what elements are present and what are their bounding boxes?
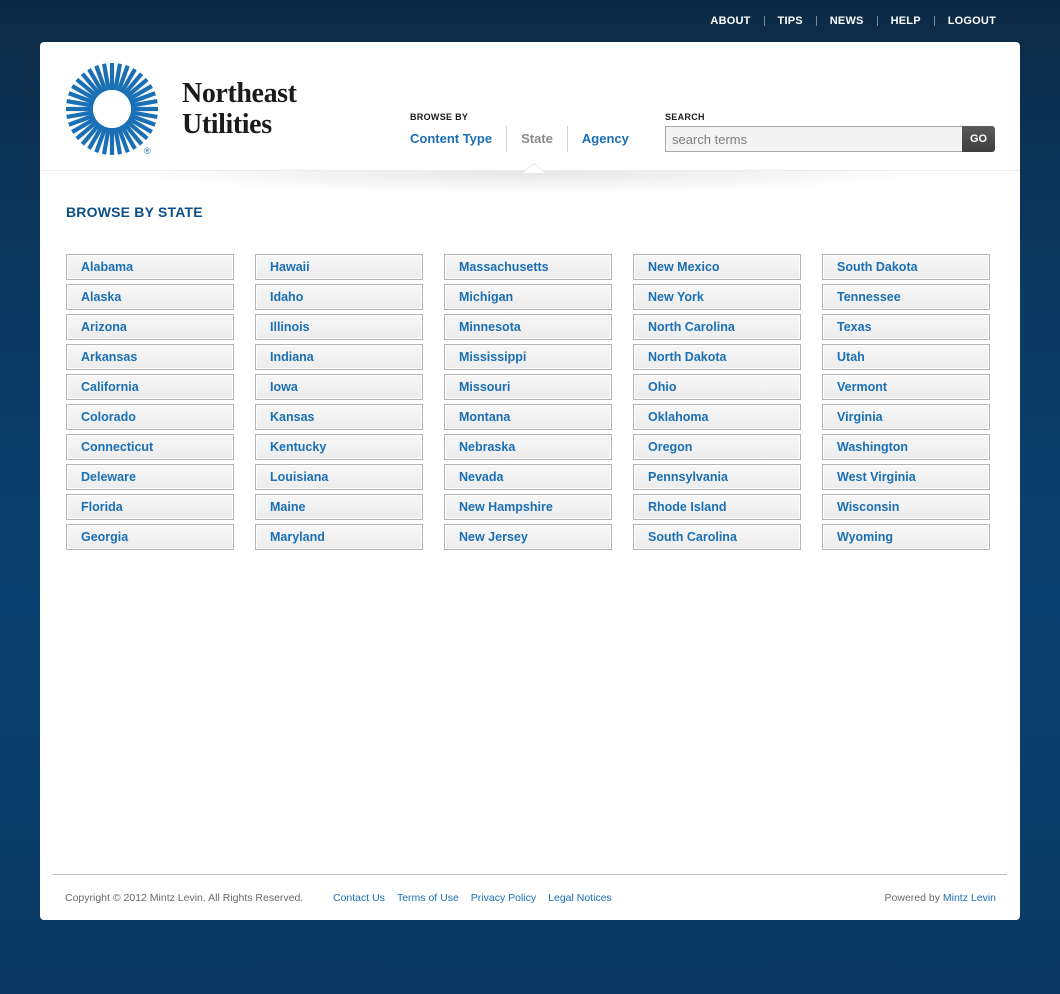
state-button-new-mexico[interactable]: New Mexico bbox=[633, 254, 801, 280]
state-button-mississippi[interactable]: Mississippi bbox=[444, 344, 612, 370]
powered-by-label: Powered by bbox=[884, 892, 940, 904]
top-nav: ABOUT TIPS NEWS HELP LOGOUT bbox=[697, 0, 996, 42]
state-button-montana[interactable]: Montana bbox=[444, 404, 612, 430]
state-button-vermont[interactable]: Vermont bbox=[822, 374, 990, 400]
state-button-north-carolina[interactable]: North Carolina bbox=[633, 314, 801, 340]
state-button-virginia[interactable]: Virginia bbox=[822, 404, 990, 430]
state-button-new-york[interactable]: New York bbox=[633, 284, 801, 310]
svg-text:®: ® bbox=[144, 146, 151, 156]
terms-of-use-link[interactable]: Terms of Use bbox=[397, 892, 459, 904]
state-button-ohio[interactable]: Ohio bbox=[633, 374, 801, 400]
legal-notices-link[interactable]: Legal Notices bbox=[548, 892, 612, 904]
state-button-iowa[interactable]: Iowa bbox=[255, 374, 423, 400]
state-button-georgia[interactable]: Georgia bbox=[66, 524, 234, 550]
state-button-kentucky[interactable]: Kentucky bbox=[255, 434, 423, 460]
states-grid: Alabama Alaska Arizona Arkansas California Co… bbox=[66, 254, 990, 554]
state-button-north-dakota[interactable]: North Dakota bbox=[633, 344, 801, 370]
state-column: South Dakota Tennessee Texas Utah Vermont Vir… bbox=[822, 254, 990, 554]
state-button-indiana[interactable]: Indiana bbox=[255, 344, 423, 370]
active-tab-pointer bbox=[522, 163, 546, 173]
state-button-rhode-island[interactable]: Rhode Island bbox=[633, 494, 801, 520]
search-box: GO bbox=[665, 126, 995, 152]
search-go-button[interactable]: GO bbox=[962, 126, 995, 152]
browse-tabs: Content Type State Agency bbox=[410, 126, 643, 152]
state-button-maryland[interactable]: Maryland bbox=[255, 524, 423, 550]
state-button-south-dakota[interactable]: South Dakota bbox=[822, 254, 990, 280]
brand-wordmark[interactable]: Northeast Utilities bbox=[182, 78, 297, 140]
sunburst-logo-icon[interactable]: ® bbox=[64, 61, 160, 157]
footer: Copyright © 2012 Mintz Levin. All Rights… bbox=[65, 892, 996, 906]
footer-divider bbox=[53, 874, 1007, 875]
state-column: Alabama Alaska Arizona Arkansas California Co… bbox=[66, 254, 234, 554]
state-button-oregon[interactable]: Oregon bbox=[633, 434, 801, 460]
state-button-alaska[interactable]: Alaska bbox=[66, 284, 234, 310]
state-button-pennsylvania[interactable]: Pennsylvania bbox=[633, 464, 801, 490]
state-button-arizona[interactable]: Arizona bbox=[66, 314, 234, 340]
nav-news-link[interactable]: NEWS bbox=[817, 15, 877, 27]
state-button-washington[interactable]: Washington bbox=[822, 434, 990, 460]
state-column: Hawaii Idaho Illinois Indiana Iowa Kansas Kent… bbox=[255, 254, 423, 554]
state-button-massachusetts[interactable]: Massachusetts bbox=[444, 254, 612, 280]
brand-line-2: Utilities bbox=[182, 109, 272, 140]
state-button-nevada[interactable]: Nevada bbox=[444, 464, 612, 490]
state-button-michigan[interactable]: Michigan bbox=[444, 284, 612, 310]
tab-agency[interactable]: Agency bbox=[568, 126, 643, 152]
state-button-new-hampshire[interactable]: New Hampshire bbox=[444, 494, 612, 520]
state-button-minnesota[interactable]: Minnesota bbox=[444, 314, 612, 340]
header-divider bbox=[40, 170, 1020, 204]
tab-content-type[interactable]: Content Type bbox=[410, 126, 506, 152]
brand-line-1: Northeast bbox=[182, 78, 297, 109]
state-button-louisiana[interactable]: Louisiana bbox=[255, 464, 423, 490]
mintz-levin-link[interactable]: Mintz Levin bbox=[943, 892, 996, 904]
state-button-colorado[interactable]: Colorado bbox=[66, 404, 234, 430]
state-button-kansas[interactable]: Kansas bbox=[255, 404, 423, 430]
state-button-missouri[interactable]: Missouri bbox=[444, 374, 612, 400]
browse-by-label: BROWSE BY bbox=[410, 112, 469, 122]
privacy-policy-link[interactable]: Privacy Policy bbox=[471, 892, 536, 904]
state-button-new-jersey[interactable]: New Jersey bbox=[444, 524, 612, 550]
state-button-maine[interactable]: Maine bbox=[255, 494, 423, 520]
nav-help-link[interactable]: HELP bbox=[878, 15, 934, 27]
copyright-text: Copyright © 2012 Mintz Levin. All Rights… bbox=[65, 892, 304, 904]
main-panel: ® Northeast Utilities BROWSE BY Content … bbox=[40, 42, 1020, 920]
state-button-utah[interactable]: Utah bbox=[822, 344, 990, 370]
tab-state[interactable]: State bbox=[507, 126, 567, 152]
powered-by: Powered by Mintz Levin bbox=[885, 892, 996, 904]
search-input[interactable] bbox=[665, 126, 962, 152]
state-button-connecticut[interactable]: Connecticut bbox=[66, 434, 234, 460]
state-button-tennessee[interactable]: Tennessee bbox=[822, 284, 990, 310]
state-button-california[interactable]: California bbox=[66, 374, 234, 400]
state-button-south-carolina[interactable]: South Carolina bbox=[633, 524, 801, 550]
state-column: New Mexico New York North Carolina North Da… bbox=[633, 254, 801, 554]
state-button-wyoming[interactable]: Wyoming bbox=[822, 524, 990, 550]
footer-links: Contact Us Terms of Use Privacy Policy L… bbox=[333, 892, 624, 904]
nav-logout-link[interactable]: LOGOUT bbox=[935, 15, 996, 27]
state-column: Massachusetts Michigan Minnesota Mississipp… bbox=[444, 254, 612, 554]
state-button-wisconsin[interactable]: Wisconsin bbox=[822, 494, 990, 520]
state-button-idaho[interactable]: Idaho bbox=[255, 284, 423, 310]
state-button-florida[interactable]: Florida bbox=[66, 494, 234, 520]
page-title: BROWSE BY STATE bbox=[66, 204, 203, 220]
contact-us-link[interactable]: Contact Us bbox=[333, 892, 385, 904]
state-button-arkansas[interactable]: Arkansas bbox=[66, 344, 234, 370]
state-button-illinois[interactable]: Illinois bbox=[255, 314, 423, 340]
state-button-hawaii[interactable]: Hawaii bbox=[255, 254, 423, 280]
state-button-west-virginia[interactable]: West Virginia bbox=[822, 464, 990, 490]
state-button-deleware[interactable]: Deleware bbox=[66, 464, 234, 490]
state-button-alabama[interactable]: Alabama bbox=[66, 254, 234, 280]
state-button-oklahoma[interactable]: Oklahoma bbox=[633, 404, 801, 430]
search-label: SEARCH bbox=[665, 112, 705, 122]
nav-tips-link[interactable]: TIPS bbox=[765, 15, 816, 27]
nav-about-link[interactable]: ABOUT bbox=[697, 15, 763, 27]
state-button-nebraska[interactable]: Nebraska bbox=[444, 434, 612, 460]
header: ® Northeast Utilities BROWSE BY Content … bbox=[40, 42, 1020, 172]
state-button-texas[interactable]: Texas bbox=[822, 314, 990, 340]
